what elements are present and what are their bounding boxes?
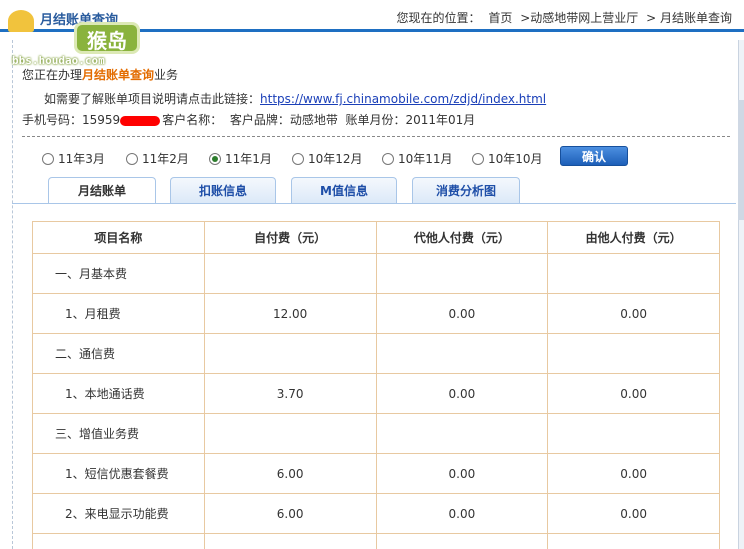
bill-table: 项目名称 自付费（元） 代他人付费（元） 由他人付费（元） 一、月基本费 1、月… — [32, 221, 720, 549]
month-option-3[interactable]: 11年1月 — [209, 150, 272, 167]
table-row: 1、月租费 12.00 0.00 0.00 — [32, 293, 720, 334]
breadcrumb-prefix: 您现在的位置： — [396, 11, 481, 25]
header-self-pay: 自付费（元） — [203, 221, 377, 254]
palm-logo-icon — [8, 10, 34, 32]
paid-by-others-value — [547, 413, 720, 454]
pay-for-others-value: 0.00 — [375, 373, 549, 414]
month-option-6[interactable]: 10年10月 — [472, 150, 543, 167]
logo-badge: 猴岛 — [74, 22, 140, 54]
tab-monthly-bill[interactable]: 月结账单 — [48, 177, 156, 204]
bill-table-container: 项目名称 自付费（元） 代他人付费（元） 由他人付费（元） 一、月基本费 1、月… — [32, 221, 720, 549]
customer-brand: 客户品牌：动感地带 — [229, 113, 338, 127]
header-paid-by-others: 由他人付费（元） — [547, 221, 720, 254]
item-name — [32, 533, 205, 549]
tab-baseline — [12, 203, 736, 204]
breadcrumb-home[interactable]: 首页 — [488, 11, 512, 25]
pay-for-others-value — [375, 533, 549, 549]
item-name: 1、本地通话费 — [32, 373, 205, 414]
breadcrumb: 您现在的位置： 首页 >动感地带网上营业厅 > 月结账单查询 — [393, 9, 732, 26]
site-logo: 月结账单查询 猴岛 bbs.houdao.com — [2, 2, 152, 68]
radio-icon[interactable] — [42, 152, 54, 165]
breadcrumb-hall[interactable]: >动感地带网上营业厅 — [520, 11, 638, 25]
paid-by-others-value — [547, 253, 720, 294]
item-name: 三、增值业务费 — [32, 413, 205, 454]
table-row: 1、短信优惠套餐费 6.00 0.00 0.00 — [32, 453, 720, 494]
item-name: 一、月基本费 — [32, 253, 205, 294]
radio-icon[interactable] — [292, 152, 304, 165]
bill-month: 账单月份：2011年01月 — [345, 113, 476, 127]
table-row: 二、通信费 — [32, 333, 720, 374]
pay-for-others-value: 0.00 — [375, 293, 549, 334]
account-info: 手机号码：15959 客户名称： 客户品牌：动感地带 账单月份：2011年01月 — [22, 111, 475, 128]
radio-icon[interactable] — [382, 152, 394, 165]
paid-by-others-value — [547, 533, 720, 549]
vertical-scrollbar[interactable] — [738, 40, 744, 549]
month-option-1[interactable]: 11年3月 — [42, 150, 105, 167]
pay-for-others-value — [375, 253, 549, 294]
month-option-2[interactable]: 11年2月 — [126, 150, 189, 167]
paid-by-others-value: 0.00 — [547, 493, 720, 534]
help-text: 如需要了解账单项目说明请点击此链接： — [44, 92, 261, 106]
self-pay-value — [203, 333, 377, 374]
self-pay-value — [203, 253, 377, 294]
paid-by-others-value: 0.00 — [547, 453, 720, 494]
self-pay-value — [203, 413, 377, 454]
confirm-button[interactable]: 确认 — [560, 146, 628, 166]
paid-by-others-value: 0.00 — [547, 293, 720, 334]
redaction-mark — [120, 115, 161, 126]
breadcrumb-current: > 月结账单查询 — [646, 11, 732, 25]
header-pay-for-others: 代他人付费（元） — [375, 221, 549, 254]
business-name: 月结账单查询 — [82, 68, 155, 82]
month-option-5[interactable]: 10年11月 — [382, 150, 453, 167]
logo-url: bbs.houdao.com — [12, 54, 105, 67]
header-item-name: 项目名称 — [32, 221, 205, 254]
table-row — [32, 533, 720, 549]
month-option-4[interactable]: 10年12月 — [292, 150, 363, 167]
customer-name: 客户名称： — [162, 113, 223, 127]
table-row: 2、来电显示功能费 6.00 0.00 0.00 — [32, 493, 720, 534]
tab-deduction-info[interactable]: 扣账信息 — [170, 177, 276, 203]
help-line: 如需要了解账单项目说明请点击此链接：https://www.fj.chinamo… — [44, 90, 546, 107]
self-pay-value: 6.00 — [203, 453, 377, 494]
table-header-row: 项目名称 自付费（元） 代他人付费（元） 由他人付费（元） — [32, 221, 720, 254]
table-row: 三、增值业务费 — [32, 413, 720, 454]
item-name: 1、月租费 — [32, 293, 205, 334]
paid-by-others-value — [547, 333, 720, 374]
table-row: 1、本地通话费 3.70 0.00 0.00 — [32, 373, 720, 414]
item-name: 1、短信优惠套餐费 — [32, 453, 205, 494]
bill-explanation-link[interactable]: https://www.fj.chinamobile.com/zdjd/inde… — [260, 92, 546, 106]
self-pay-value: 12.00 — [203, 293, 377, 334]
pay-for-others-value: 0.00 — [375, 493, 549, 534]
self-pay-value — [203, 533, 377, 549]
self-pay-value: 6.00 — [203, 493, 377, 534]
dashed-divider — [22, 136, 730, 137]
radio-icon[interactable] — [126, 152, 138, 165]
pay-for-others-value — [375, 413, 549, 454]
radio-icon[interactable] — [472, 152, 484, 165]
tab-consumption-chart[interactable]: 消费分析图 — [412, 177, 520, 203]
pay-for-others-value — [375, 333, 549, 374]
current-business: 您正在办理月结账单查询业务 — [22, 68, 179, 82]
scrollbar-thumb[interactable] — [738, 100, 744, 220]
radio-selected-icon[interactable] — [209, 152, 221, 165]
table-row: 一、月基本费 — [32, 253, 720, 294]
tab-m-value-info[interactable]: M值信息 — [291, 177, 397, 203]
pay-for-others-value: 0.00 — [375, 453, 549, 494]
paid-by-others-value: 0.00 — [547, 373, 720, 414]
item-name: 2、来电显示功能费 — [32, 493, 205, 534]
item-name: 二、通信费 — [32, 333, 205, 374]
self-pay-value: 3.70 — [203, 373, 377, 414]
phone-number: 手机号码：15959 — [22, 113, 121, 127]
